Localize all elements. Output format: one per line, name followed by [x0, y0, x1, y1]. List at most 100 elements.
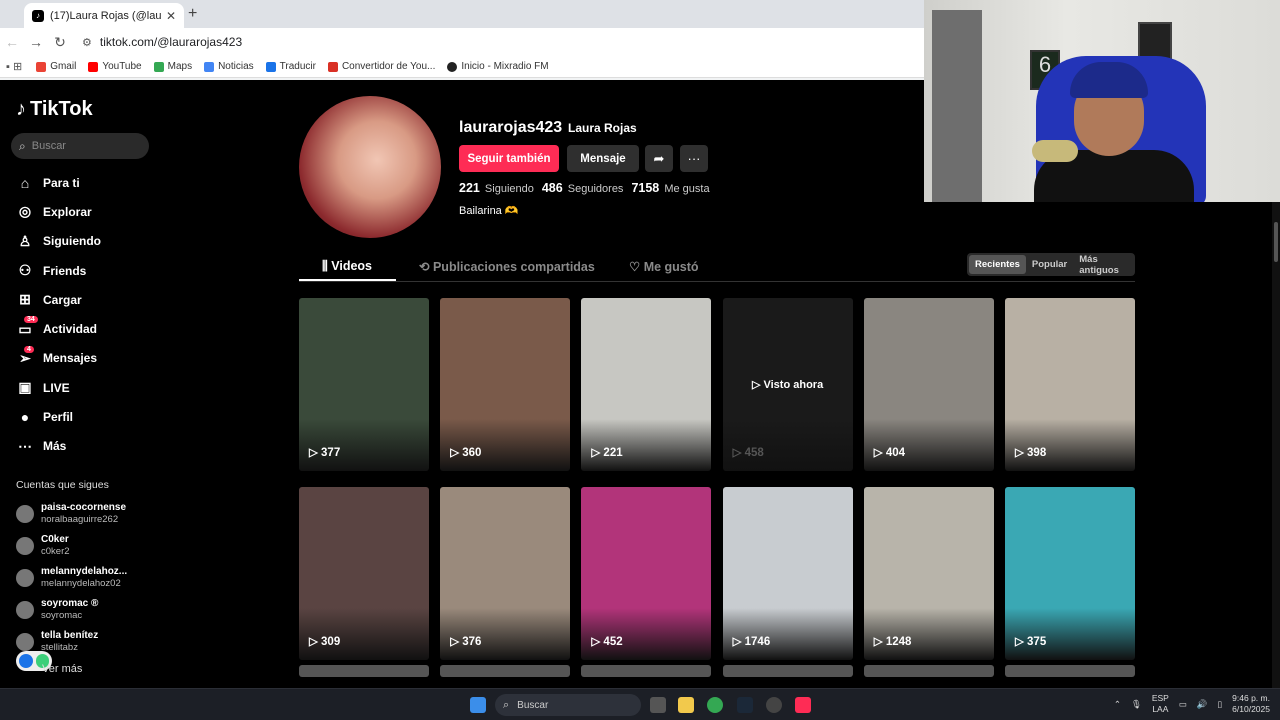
reload-icon[interactable]: ↻ [48, 34, 72, 51]
nav-item-friends[interactable]: ⚇ Friends [16, 256, 166, 285]
video-thumbnail[interactable]: ▷ 375 [1005, 487, 1135, 660]
nav-item-cargar[interactable]: ⊞ Cargar [16, 285, 166, 314]
video-thumbnail[interactable]: ▷ 376 [440, 487, 571, 660]
tab-liked[interactable]: ♡ Me gustó [629, 259, 699, 274]
sort-recent[interactable]: Recientes [969, 255, 1026, 274]
video-thumbnail[interactable]: ▷ 458 ▷ Visto ahora [722, 298, 853, 471]
tiktok-sidebar: ♪ TikTok ⌕ Buscar ⌂ Para ti ◎ Explorar ♙ Sigu… [0, 80, 170, 688]
task-view-icon[interactable] [650, 697, 666, 713]
nav-item-live[interactable]: ▣ LIVE [16, 373, 166, 402]
bookmark-convertidor[interactable]: Convertidor de You... [327, 61, 435, 72]
nav-item-actividad[interactable]: ▭ 34 Actividad [16, 314, 166, 343]
video-thumbnail[interactable]: ▷ 360 [440, 298, 571, 471]
video-thumbnail[interactable]: ▷ 309 [299, 487, 429, 660]
logo-text: TikTok [30, 98, 93, 120]
more-options-icon[interactable]: ··· [680, 145, 708, 172]
following-name: soyromac ® [41, 598, 99, 609]
bookmark-mixradio[interactable]: Inicio - Mixradio FM [447, 61, 549, 72]
nav-item-perfil[interactable]: ● Perfil [16, 402, 166, 431]
language-indicator[interactable]: ESP LAA [1152, 693, 1169, 715]
sort-oldest[interactable]: Más antiguos [1073, 250, 1133, 280]
stat-likes: 7158 Me gusta [631, 181, 710, 195]
new-tab-button[interactable]: + [188, 5, 197, 23]
upload-icon: ⊞ [19, 291, 31, 308]
ver-mas-link[interactable]: Ver más [42, 663, 82, 675]
mic-icon[interactable]: 🎙 [1131, 699, 1142, 710]
nav-item-siguiendo[interactable]: ♙ Siguiendo [16, 227, 166, 256]
follow-button[interactable]: Seguir también [459, 145, 559, 172]
profile-avatar[interactable] [299, 96, 441, 238]
nav-item-más[interactable]: ⋯ Más [16, 432, 166, 461]
tab-shared-posts[interactable]: ⟲ Publicaciones compartidas [419, 259, 595, 274]
avatar [16, 505, 34, 523]
tab-videos[interactable]: ⫼ Videos [322, 259, 372, 274]
stat-followers[interactable]: 486 Seguidores [542, 181, 624, 195]
video-thumbnail[interactable] [581, 665, 712, 677]
avatar [16, 601, 34, 619]
following-item[interactable]: C0ker c0ker2 [16, 530, 166, 562]
tiktok-taskbar-icon[interactable] [795, 697, 811, 713]
sort-selector: Recientes Popular Más antiguos [967, 253, 1135, 276]
message-button[interactable]: Mensaje [567, 145, 639, 172]
bookmark-youtube[interactable]: YouTube [88, 61, 142, 72]
sort-popular[interactable]: Popular [1026, 255, 1073, 274]
following-item[interactable]: melannydelahoz... melannydelahoz02 [16, 562, 166, 594]
following-item[interactable]: paisa-cocornense noralbaaguirre262 [16, 498, 166, 530]
video-thumbnail[interactable]: ▷ 1746 [722, 487, 853, 660]
tiktok-logo[interactable]: ♪ TikTok [16, 98, 93, 121]
address-bar[interactable]: ⚙ tiktok.com/@laurarojas423 [82, 30, 924, 54]
video-thumbnail[interactable]: ▷ 452 [581, 487, 712, 660]
bookmark-gmail[interactable]: Gmail [36, 61, 76, 72]
battery-icon[interactable]: ▯ [1217, 699, 1222, 710]
nav-item-mensajes[interactable]: ➢ 4 Mensajes [16, 344, 166, 373]
browser-tab[interactable]: ♪ (17)Laura Rojas (@laurarojas42 ✕ [24, 3, 184, 28]
app-icon[interactable] [766, 697, 782, 713]
nav-label: Perfil [43, 410, 74, 425]
video-thumbnail[interactable]: ▷ 1248 [863, 487, 994, 660]
address-row: ← → ↻ ⚙ tiktok.com/@laurarojas423 [0, 28, 924, 56]
following-item[interactable]: soyromac ® soyromac [16, 594, 166, 626]
video-thumbnail[interactable] [440, 665, 571, 677]
view-count: ▷ 375 [1015, 636, 1047, 648]
video-thumbnail[interactable] [863, 665, 994, 677]
volume-icon[interactable]: 🔊 [1197, 699, 1208, 710]
back-icon[interactable]: ← [0, 34, 24, 50]
file-explorer-icon[interactable] [678, 697, 694, 713]
more-icon: ⋯ [18, 437, 32, 454]
forward-icon[interactable]: → [24, 34, 48, 50]
tray-chevron-icon[interactable]: ⌃ [1114, 699, 1121, 710]
page-scrollbar[interactable] [1272, 202, 1280, 688]
view-count: ▷ 360 [450, 447, 482, 459]
following-username: noralbaaguirre262 [41, 514, 119, 525]
search-input[interactable]: ⌕ Buscar [11, 133, 149, 159]
chrome-icon[interactable] [707, 697, 723, 713]
video-thumbnail[interactable]: ▷ 377 [299, 298, 429, 471]
view-count: ▷ 1248 [873, 636, 912, 648]
share-icon[interactable]: ➦ [645, 145, 673, 172]
apps-icon[interactable]: ▪ ⊞ [6, 60, 22, 73]
view-count: ▷ 452 [591, 636, 623, 648]
close-tab-icon[interactable]: ✕ [166, 9, 176, 23]
network-icon[interactable]: ▭ [1179, 699, 1187, 710]
windows-taskbar: ⌕ Buscar ⌃ 🎙 ESP LAA ▭ 🔊 ▯ 9:46 p. m. 6/10… [0, 688, 1280, 720]
video-thumbnail[interactable]: ▷ 404 [863, 298, 994, 471]
bookmark-maps[interactable]: Maps [153, 61, 192, 72]
video-thumbnail[interactable]: ▷ 221 [581, 298, 712, 471]
video-thumbnail[interactable] [1005, 665, 1135, 677]
site-info-icon[interactable]: ⚙ [82, 36, 92, 49]
bookmark-traducir[interactable]: Traducir [265, 61, 316, 72]
bookmark-noticias[interactable]: Noticias [204, 61, 254, 72]
taskbar-search[interactable]: ⌕ Buscar [495, 694, 641, 716]
start-icon[interactable] [470, 697, 486, 713]
stat-following[interactable]: 221 Siguiendo [459, 181, 534, 195]
heart-icon: ♡ [629, 260, 641, 274]
nav-item-explorar[interactable]: ◎ Explorar [16, 197, 166, 226]
nav-item-para-ti[interactable]: ⌂ Para ti [16, 168, 166, 197]
clock[interactable]: 9:46 p. m. 6/10/2025 [1232, 693, 1270, 715]
video-thumbnail[interactable] [299, 665, 429, 677]
profile-bio: Bailarina 🫶 [459, 205, 519, 217]
video-thumbnail[interactable]: ▷ 398 [1005, 298, 1135, 471]
search-placeholder: Buscar [31, 140, 66, 152]
steam-icon[interactable] [737, 697, 753, 713]
video-thumbnail[interactable] [722, 665, 853, 677]
